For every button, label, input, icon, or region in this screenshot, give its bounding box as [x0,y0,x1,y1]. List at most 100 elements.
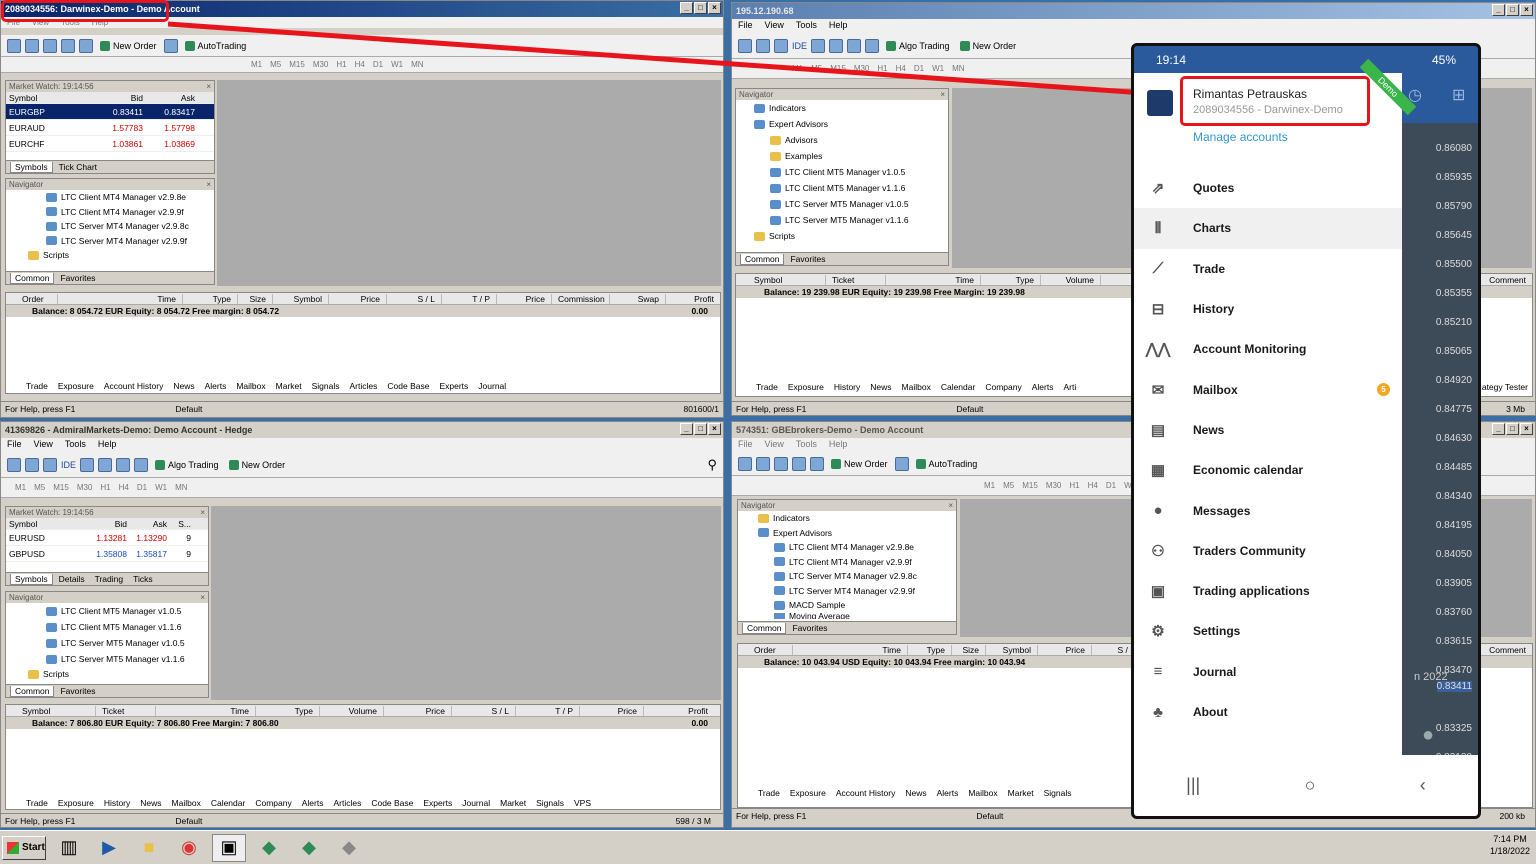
nav-item[interactable]: LTC Client MT4 Manager v2.9.8e [6,190,214,205]
table-row[interactable]: EURGBP 0.83411 0.83417 [6,104,214,120]
tf-h1[interactable]: H1 [1069,481,1079,490]
nav-item[interactable]: LTC Client MT5 Manager v1.0.5 [736,164,948,180]
menu-help[interactable]: Help [829,439,848,451]
drawer-item-about[interactable]: ♣ About [1134,692,1402,732]
nav-item[interactable]: LTC Client MT5 Manager v1.1.6 [736,180,948,196]
menu-view[interactable]: View [765,439,784,451]
menu-tools[interactable]: Tools [796,439,817,451]
tab-account-history[interactable]: Account History [836,788,896,798]
account-header[interactable]: Rimantas Petrauskas 2089034556 - Darwine… [1134,58,1417,168]
menu-view[interactable]: View [34,439,53,451]
tab-news[interactable]: News [870,382,891,392]
drawer-item-settings[interactable]: ⚙ Settings [1134,611,1402,651]
nav-item[interactable]: LTC Client MT4 Manager v2.9.9f [6,205,214,220]
menu-tools[interactable]: Tools [65,439,86,451]
tf-m30[interactable]: M30 [1046,481,1062,490]
tf-m30[interactable]: M30 [77,483,93,492]
signal-icon[interactable] [829,38,844,53]
tab-code-base[interactable]: Code Base [387,381,429,391]
nav-item[interactable]: Examples [736,148,948,164]
tab-symbols[interactable]: Symbols [10,573,53,585]
tf-mn[interactable]: MN [411,60,423,69]
nav-item[interactable]: LTC Server MT5 Manager v1.1.6 [6,651,208,667]
profiles-icon[interactable] [25,38,39,53]
tf-w1[interactable]: W1 [155,483,167,492]
tab-common[interactable]: Common [10,272,55,284]
autotrading-button[interactable]: AutoTrading [913,459,981,469]
tf-m15[interactable]: M15 [289,60,305,69]
tab-favorites[interactable]: Favorites [56,273,99,283]
metaeditor-icon[interactable] [163,38,178,53]
new-chart-icon[interactable] [7,38,21,53]
tab-vps[interactable]: VPS [574,798,591,808]
nav-item[interactable]: LTC Server MT4 Manager v2.9.9f [6,234,214,249]
start-button[interactable]: Start [2,835,46,860]
nav-item[interactable]: LTC Server MT5 Manager v1.0.5 [736,196,948,212]
nav-item[interactable]: LTC Server MT4 Manager v2.9.8c [6,219,214,234]
tab-mailbox[interactable]: Mailbox [902,382,931,392]
chart-area[interactable] [211,506,721,700]
tab-calendar[interactable]: Calendar [941,382,976,392]
tab-calendar[interactable]: Calendar [211,798,246,808]
tab-tick-chart[interactable]: Tick Chart [55,162,101,172]
menu-help[interactable]: Help [98,439,117,451]
tf-m5[interactable]: M5 [811,64,822,73]
tf-mn[interactable]: MN [175,483,187,492]
tab-trade[interactable]: Trade [756,382,778,392]
tf-d1[interactable]: D1 [373,60,383,69]
signal-icon[interactable] [98,457,113,472]
drawer-item-account-monitoring[interactable]: ⋀⋀ Account Monitoring [1134,329,1402,369]
minimize-icon[interactable]: _ [680,2,693,14]
close-icon[interactable]: × [708,423,721,435]
nav-item[interactable]: LTC Server MT4 Manager v2.9.8c [738,569,956,584]
nav-item[interactable]: LTC Server MT4 Manager v2.9.9f [738,584,956,599]
tab-trade[interactable]: Trade [26,798,48,808]
metatrader-icon[interactable]: ◆ [252,834,286,862]
remote-desktop-icon[interactable]: ▣ [212,833,246,862]
tf-h4[interactable]: H4 [896,64,906,73]
tab-mailbox[interactable]: Mailbox [968,788,997,798]
chart-type-icon[interactable] [7,457,21,472]
close-icon[interactable]: × [948,500,953,511]
table-row[interactable]: EURAUD 1.57783 1.57798 [6,120,214,136]
tab-favorites[interactable]: Favorites [786,254,829,264]
new-order-button[interactable]: New Order [226,460,289,470]
new-order-button[interactable]: New Order [828,459,891,469]
tab-articles[interactable]: Articles [333,798,361,808]
tf-h1[interactable]: H1 [877,64,887,73]
tf-m1[interactable]: M1 [15,483,26,492]
tab-alerts[interactable]: Alerts [205,381,227,391]
nav-item-scripts[interactable]: Scripts [736,228,948,244]
nav-item[interactable]: LTC Server MT5 Manager v1.1.6 [736,212,948,228]
tab-articles[interactable]: Articles [350,381,378,391]
tab-experts[interactable]: Experts [439,381,468,391]
tf-m30[interactable]: M30 [854,64,870,73]
tab-symbols[interactable]: Symbols [10,161,53,173]
tab-history[interactable]: History [834,382,860,392]
navigator-icon[interactable] [61,38,75,53]
cloud-icon[interactable] [116,457,131,472]
tab-signals[interactable]: Signals [1044,788,1072,798]
tab-articles[interactable]: Arti [1063,382,1076,392]
system-clock[interactable]: 7:14 PM 1/18/2022 [1490,833,1530,857]
tf-w1[interactable]: W1 [932,64,944,73]
nav-item-scripts[interactable]: Scripts [6,248,214,263]
manage-accounts-link[interactable]: Manage accounts [1193,130,1288,144]
maximize-icon[interactable]: □ [1506,4,1519,16]
nav-item[interactable]: LTC Client MT4 Manager v2.9.9f [738,555,956,570]
tab-favorites[interactable]: Favorites [788,623,831,633]
menu-tools[interactable]: Tools [796,20,817,32]
chat-icon[interactable]: ● [1422,724,1434,747]
close-icon[interactable]: × [1520,423,1533,435]
new-order-button[interactable]: New Order [97,41,160,51]
nav-item[interactable]: Indicators [736,100,948,116]
minimize-icon[interactable]: _ [680,423,693,435]
globe-icon[interactable] [134,457,149,472]
menu-help[interactable]: Help [829,20,848,32]
metaeditor-icon[interactable] [894,456,909,471]
dollar-icon[interactable] [43,457,57,472]
tf-h1[interactable]: H1 [100,483,110,492]
minimize-icon[interactable]: _ [1492,423,1505,435]
tf-h1[interactable]: H1 [336,60,346,69]
tab-alerts[interactable]: Alerts [1032,382,1054,392]
